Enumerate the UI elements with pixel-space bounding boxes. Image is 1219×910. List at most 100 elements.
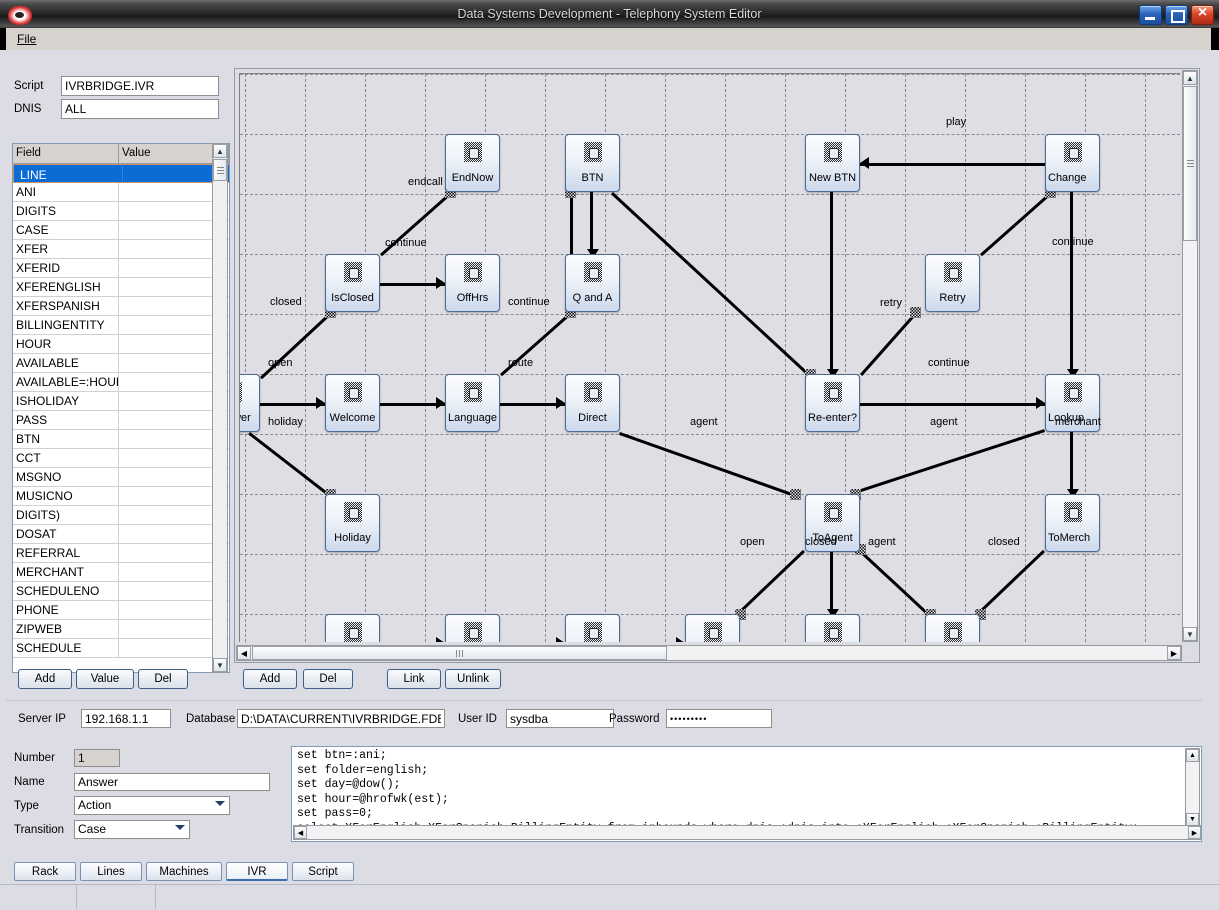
column-header-field[interactable]: Field: [13, 144, 119, 163]
field-value-button[interactable]: Value: [76, 669, 134, 689]
canvas-vertical-scrollbar[interactable]: ▲ ▼: [1182, 70, 1198, 642]
table-row[interactable]: XFER: [13, 240, 229, 259]
user-id-input[interactable]: [506, 709, 614, 728]
node-del-button[interactable]: Del: [303, 669, 353, 689]
table-row[interactable]: CASE: [13, 221, 229, 240]
link-button[interactable]: Link: [387, 669, 441, 689]
dnis-input[interactable]: [61, 99, 219, 119]
table-row[interactable]: ZIPWEB: [13, 620, 229, 639]
script-horizontal-scrollbar[interactable]: ◀ ▶: [293, 825, 1202, 840]
diagram-edge[interactable]: [860, 403, 1045, 406]
password-input[interactable]: [666, 709, 772, 728]
type-select[interactable]: Action: [74, 796, 230, 815]
diagram-edge[interactable]: [830, 552, 833, 614]
canvas-scroll-up-icon[interactable]: ▲: [1183, 71, 1197, 85]
diagram-node-endnow[interactable]: EndNow: [445, 134, 500, 192]
transition-select[interactable]: Case: [74, 820, 190, 839]
table-row[interactable]: DIGITS): [13, 506, 229, 525]
diagram-canvas[interactable]: EndNow BTN New BTN Change IsClosed OffHrs Q an…: [239, 73, 1180, 642]
diagram-node-b2[interactable]: [445, 614, 500, 642]
table-row[interactable]: DIGITS: [13, 202, 229, 221]
table-row[interactable]: BILLINGENTITY: [13, 316, 229, 335]
table-row[interactable]: REFERRAL: [13, 544, 229, 563]
table-row[interactable]: ANI: [13, 183, 229, 202]
diagram-node-direct[interactable]: Direct: [565, 374, 620, 432]
script-vertical-scrollbar[interactable]: ▲ ▼: [1185, 748, 1200, 827]
scrollbar-thumb[interactable]: [213, 159, 227, 181]
field-del-button[interactable]: Del: [138, 669, 188, 689]
canvas-scroll-right-icon[interactable]: ▶: [1167, 646, 1181, 660]
table-row[interactable]: XFERID: [13, 259, 229, 278]
tab-rack[interactable]: Rack: [14, 862, 76, 881]
table-row[interactable]: AVAILABLE: [13, 354, 229, 373]
minimize-icon[interactable]: [1139, 5, 1162, 25]
scroll-down-icon[interactable]: ▼: [213, 658, 227, 672]
field-add-button[interactable]: Add: [18, 669, 72, 689]
diagram-edge[interactable]: [1070, 432, 1073, 494]
diagram-node-b6[interactable]: [925, 614, 980, 642]
diagram-edge[interactable]: [1070, 192, 1073, 374]
table-row[interactable]: SCHEDULE: [13, 639, 229, 658]
canvas-scroll-left-icon[interactable]: ◀: [237, 646, 251, 660]
node-add-button[interactable]: Add: [243, 669, 297, 689]
diagram-node-offhrs[interactable]: OffHrs: [445, 254, 500, 312]
diagram-node-b5[interactable]: [805, 614, 860, 642]
diagram-node-welcome[interactable]: Welcome: [325, 374, 380, 432]
close-icon[interactable]: [1191, 5, 1214, 25]
diagram-node-retry[interactable]: Retry: [925, 254, 980, 312]
diagram-node-qanda[interactable]: Q and A: [565, 254, 620, 312]
table-row[interactable]: XFERSPANISH: [13, 297, 229, 316]
diagram-node-reenter[interactable]: Re-enter?: [805, 374, 860, 432]
maximize-icon[interactable]: [1165, 5, 1188, 25]
diagram-node-b3[interactable]: [565, 614, 620, 642]
tab-script[interactable]: Script: [292, 862, 354, 881]
diagram-node-language[interactable]: Language: [445, 374, 500, 432]
diagram-node-isclosed[interactable]: IsClosed: [325, 254, 380, 312]
field-value-grid[interactable]: Field Value LINEDNISANIDIGITSCASEXFERXFE…: [12, 143, 230, 673]
edge-junction[interactable]: [910, 307, 921, 318]
script-scroll-up-icon[interactable]: ▲: [1186, 749, 1199, 762]
diagram-node-newbtn[interactable]: New BTN: [805, 134, 860, 192]
script-input[interactable]: [61, 76, 219, 96]
table-row[interactable]: SCHEDULENO: [13, 582, 229, 601]
edge-junction[interactable]: [790, 489, 801, 500]
database-input[interactable]: [237, 709, 445, 728]
script-scroll-right-icon[interactable]: ▶: [1188, 826, 1201, 839]
table-row[interactable]: ISHOLIDAY: [13, 392, 229, 411]
table-row[interactable]: MERCHANT: [13, 563, 229, 582]
table-row[interactable]: MSGNO: [13, 468, 229, 487]
scroll-up-icon[interactable]: ▲: [213, 144, 227, 158]
table-row[interactable]: PHONE: [13, 601, 229, 620]
canvas-scroll-down-icon[interactable]: ▼: [1183, 627, 1197, 641]
table-row[interactable]: PASS: [13, 411, 229, 430]
tab-machines[interactable]: Machines: [146, 862, 222, 881]
diagram-node-change[interactable]: Change: [1045, 134, 1100, 192]
canvas-vscroll-thumb[interactable]: [1183, 86, 1197, 241]
diagram-edge[interactable]: [590, 192, 593, 254]
table-row[interactable]: MUSICNO: [13, 487, 229, 506]
table-row[interactable]: CCT: [13, 449, 229, 468]
canvas-horizontal-scrollbar[interactable]: ◀ ▶: [236, 645, 1182, 661]
diagram-node-holiday[interactable]: Holiday: [325, 494, 380, 552]
diagram-node-b1[interactable]: [325, 614, 380, 642]
script-editor[interactable]: set btn=:ani; set folder=english; set da…: [291, 746, 1202, 842]
table-row[interactable]: AVAILABLE=:HOUR: [13, 373, 229, 392]
name-input[interactable]: [74, 773, 270, 791]
number-input[interactable]: [74, 749, 120, 767]
diagram-node-b4[interactable]: [685, 614, 740, 642]
tab-lines[interactable]: Lines: [80, 862, 142, 881]
diagram-edge[interactable]: [860, 163, 1045, 166]
tab-ivr[interactable]: IVR: [226, 862, 288, 881]
unlink-button[interactable]: Unlink: [445, 669, 501, 689]
table-row[interactable]: DOSAT: [13, 525, 229, 544]
diagram-node-tomerch[interactable]: ToMerch: [1045, 494, 1100, 552]
diagram-node-btn[interactable]: BTN: [565, 134, 620, 192]
menu-item-file[interactable]: File: [12, 31, 41, 47]
table-row[interactable]: BTN: [13, 430, 229, 449]
table-row[interactable]: LINE: [13, 164, 230, 183]
server-ip-input[interactable]: [81, 709, 171, 728]
diagram-edge[interactable]: [830, 192, 833, 374]
diagram-node-answer[interactable]: Answer: [239, 374, 260, 432]
field-grid-scrollbar[interactable]: ▲ ▼: [212, 143, 228, 673]
table-row[interactable]: XFERENGLISH: [13, 278, 229, 297]
